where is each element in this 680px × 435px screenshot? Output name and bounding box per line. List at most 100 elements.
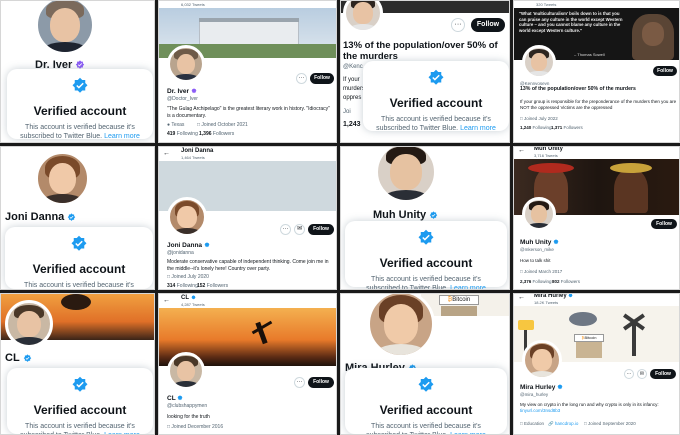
verified-icon[interactable] [177, 395, 183, 401]
handle-partial: @Kenc [343, 64, 363, 70]
following-count[interactable]: 1,240 Following [520, 124, 552, 131]
follow-button[interactable]: Follow [471, 18, 505, 32]
joined-date: □ Joined July 2020 [167, 274, 209, 280]
header-name: CL [181, 295, 196, 301]
display-name[interactable]: Dr. Iver [167, 88, 197, 95]
tile-joni-danna-profile: ← Joni Danna 1,464 Tweets ··· ✉ Follow J… [158, 146, 337, 290]
avatar[interactable] [375, 147, 437, 203]
tile-kenc-profile: 320 Tweets "What 'multiculturalism' boil… [513, 0, 680, 143]
profile-name-headline: 13% of the population/over 50% of the mu… [520, 86, 636, 92]
display-name-text: CL [167, 395, 176, 402]
back-arrow-icon[interactable]: ← [163, 297, 170, 304]
tile-kenc-popup: ··· Follow 13% of the population/over 50… [340, 0, 510, 143]
display-name[interactable]: Mira Hurley [520, 384, 563, 391]
handle: @jonidanna [167, 250, 194, 256]
following-count[interactable]: 419 Following [167, 131, 198, 138]
learn-more-link[interactable]: Learn more [460, 125, 496, 132]
avatar[interactable] [343, 1, 383, 33]
back-arrow-icon[interactable]: ← [518, 147, 525, 154]
avatar[interactable] [35, 1, 95, 55]
followers-count[interactable]: 1,396 Followers [199, 131, 234, 138]
avatar[interactable] [522, 197, 556, 231]
verified-popup: Verified account This account is verifie… [5, 227, 153, 289]
bio: How to talk shit [520, 258, 551, 263]
verified-icon[interactable] [191, 88, 197, 94]
avatar[interactable] [5, 300, 53, 348]
more-options-button[interactable]: ··· [624, 369, 634, 379]
tile-joni-danna-popup: Joni Danna Verified account This account… [0, 146, 155, 290]
display-name[interactable]: Muh Unity [373, 209, 438, 221]
avatar[interactable] [167, 352, 205, 390]
more-options-button[interactable]: ··· [280, 224, 291, 235]
tile-cl-popup: CL Verified account This account is veri… [0, 293, 155, 435]
bio-link[interactable]: tinyurl.com/3nsd8b3 [520, 408, 560, 413]
followers-count[interactable]: 1,371 Followers [551, 124, 583, 131]
verified-icon[interactable] [67, 212, 76, 222]
follow-button[interactable]: Follow [308, 224, 334, 235]
avatar[interactable] [522, 340, 562, 380]
verified-icon[interactable] [557, 384, 563, 390]
website-link[interactable]: 🔗 hancdrop.io [548, 420, 578, 427]
learn-more-link[interactable]: Learn more [450, 285, 486, 289]
location: ● Texas [167, 122, 185, 128]
tweets-count: 6,032 Tweets [181, 2, 205, 7]
following-partial: 1,243 [343, 121, 361, 128]
avatar[interactable] [367, 294, 435, 358]
display-name[interactable]: CL [5, 352, 32, 364]
joined-date: □ Joined October 2021 [197, 122, 248, 128]
verified-icon[interactable] [429, 210, 438, 220]
popup-title: Verified account [33, 104, 127, 118]
more-options-button[interactable]: ··· [294, 377, 305, 388]
joined-date: □ Joined December 2016 [167, 424, 224, 430]
back-arrow-icon[interactable]: ← [163, 150, 170, 157]
follow-button[interactable]: Follow [653, 66, 677, 76]
verified-badge-icon [428, 69, 444, 85]
display-name[interactable]: Muh Unity [520, 239, 559, 246]
popup-title: Verified account [33, 403, 127, 417]
follow-button[interactable]: Follow [650, 369, 676, 379]
display-name-text: Mira Hurley [520, 384, 556, 391]
follow-button[interactable]: Follow [310, 73, 334, 84]
bio-partial-1: If your [343, 77, 360, 83]
bio: "The Gulag Archipelago" is the greatest … [167, 106, 330, 119]
more-options-button[interactable]: ··· [296, 73, 307, 84]
popup-body: This account is verified because it's su… [376, 116, 496, 132]
popup-title: Verified account [32, 262, 126, 276]
followers-count[interactable]: 802 Followers [552, 278, 580, 285]
more-options-button[interactable]: ··· [451, 18, 465, 32]
display-name[interactable]: CL [167, 395, 183, 402]
display-name-text: Dr. Iver [167, 88, 190, 95]
verified-icon [568, 294, 573, 298]
avatar[interactable] [35, 151, 90, 206]
avatar[interactable] [167, 45, 205, 83]
verified-icon[interactable] [23, 353, 32, 363]
display-name[interactable]: Joni Danna [167, 242, 210, 249]
following-count[interactable]: 2,376 Following [520, 278, 552, 285]
verified-icon [190, 295, 196, 300]
bio-partial-3: oppres [343, 95, 362, 101]
tile-dr-iver-profile: 6,032 Tweets ··· Follow Dr. Iver @Doctor… [158, 0, 337, 143]
learn-more-link[interactable]: Learn more [104, 133, 140, 140]
message-icon[interactable]: ✉ [637, 369, 647, 379]
follow-button[interactable]: Follow [308, 377, 334, 388]
back-arrow-icon[interactable]: ← [518, 294, 525, 301]
avatar[interactable] [167, 197, 207, 237]
avatar[interactable] [522, 45, 556, 79]
handle: @Doctor_Iver [167, 96, 198, 102]
message-icon[interactable]: ✉ [294, 224, 305, 235]
tile-mira-hurley-popup: ₿Bitcoin Mira Hurley Verified account Th… [340, 293, 510, 435]
popup-title: Verified account [389, 96, 483, 110]
verified-icon[interactable] [553, 239, 559, 245]
display-name[interactable]: Joni Danna [5, 211, 76, 223]
header-name: Muh Unity [534, 146, 563, 152]
verified-icon[interactable] [204, 242, 210, 248]
bio: My view on crypto in the long run and wh… [520, 402, 659, 413]
following-count[interactable]: 314 Following [167, 283, 198, 289]
verified-badge-icon [72, 77, 88, 93]
joined-date: □ Joined March 2017 [520, 269, 563, 274]
followers-count[interactable]: 152 Followers [197, 283, 228, 289]
tweets-count: 320 Tweets [536, 2, 557, 7]
joined-date: □ Joined September 2020 [584, 421, 636, 426]
follow-button[interactable]: Follow [651, 219, 677, 229]
verified-badge-icon [418, 229, 434, 245]
